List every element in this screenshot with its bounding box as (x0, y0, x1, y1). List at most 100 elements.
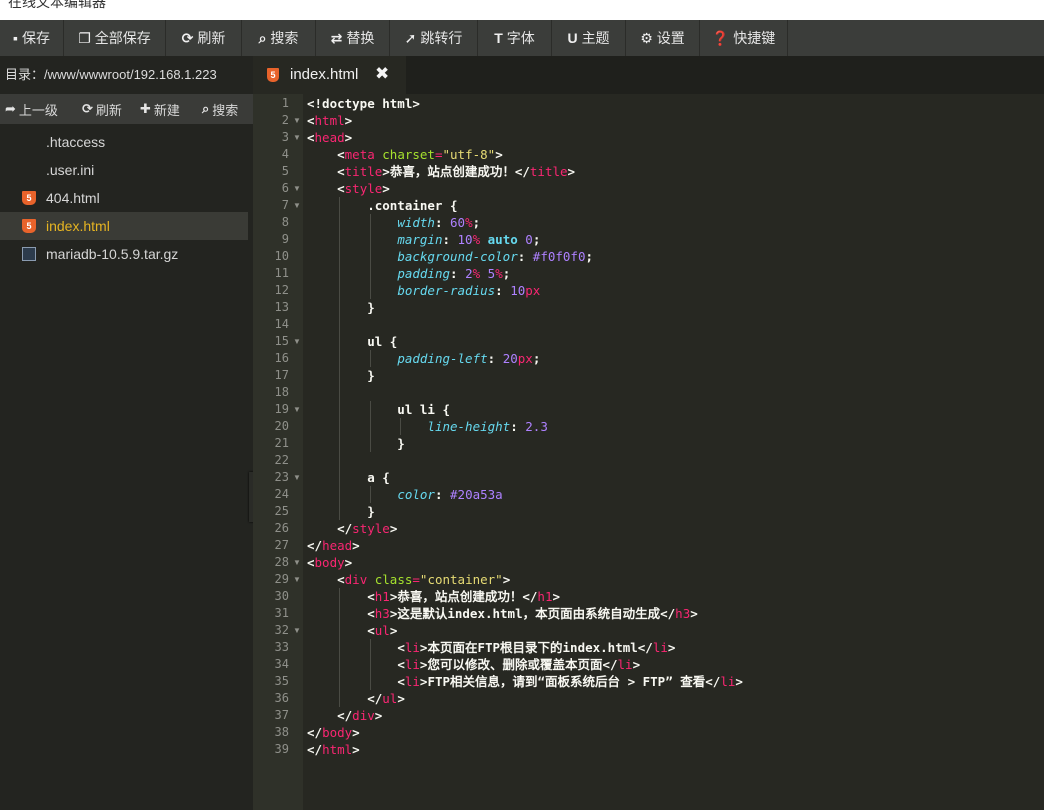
indent-guide (369, 350, 371, 367)
code-line[interactable]: <meta charset="utf-8"> (307, 146, 503, 163)
up-arrow-icon: ➦ (5, 101, 16, 116)
code-line[interactable]: <ul> (307, 622, 397, 639)
search-icon: ⌕ (258, 29, 267, 46)
toolbar-button-0[interactable]: ▪ 保存 (0, 20, 64, 56)
line-number: 14 (274, 317, 289, 331)
code-line[interactable]: </ul> (307, 690, 405, 707)
toolbar-button-label: 快捷键 (733, 30, 776, 46)
indent-guide (369, 486, 371, 503)
fold-arrow-icon[interactable]: ▼ (293, 554, 301, 571)
code-line[interactable]: </style> (307, 520, 397, 537)
sidebar-tool-3[interactable]: ⌕ 搜索 (202, 100, 238, 119)
code-line[interactable]: padding: 2% 5%; (307, 265, 510, 282)
fold-arrow-icon[interactable]: ▼ (293, 333, 301, 350)
code-line[interactable]: .container { (307, 197, 457, 214)
code-line[interactable]: ul li { (307, 401, 450, 418)
line-number: 4 (281, 147, 289, 161)
code-line[interactable]: <body> (307, 554, 352, 571)
close-tab-icon[interactable]: ✖ (375, 64, 389, 84)
toolbar-button-label: 搜索 (270, 30, 299, 46)
code-line[interactable]: } (307, 367, 375, 384)
code-line[interactable]: <li>FTP相关信息，请到“面板系统后台 > FTP” 查看</li> (307, 673, 743, 690)
code-line[interactable]: a { (307, 469, 390, 486)
code-line[interactable]: <title>恭喜，站点创建成功！</title> (307, 163, 575, 180)
code-line[interactable]: <div class="container"> (307, 571, 510, 588)
code-line[interactable]: } (307, 299, 375, 316)
line-number: 8 (281, 215, 289, 229)
code-line[interactable]: </head> (307, 537, 360, 554)
fold-arrow-icon[interactable]: ▼ (293, 469, 301, 486)
sidebar-tool-2[interactable]: ✚ 新建 (140, 100, 180, 119)
toolbar-button-label: 保存 (21, 30, 50, 46)
file-item[interactable]: mariadb-10.5.9.tar.gz (0, 240, 248, 268)
tab-index-html[interactable]: 5 index.html ✖ (253, 56, 406, 94)
file-item[interactable]: .user.ini (0, 156, 248, 184)
code-line[interactable]: <h1>恭喜，站点创建成功！</h1> (307, 588, 560, 605)
line-number: 34 (274, 657, 289, 671)
code-line[interactable]: <li>您可以修改、删除或覆盖本页面</li> (307, 656, 640, 673)
code-line[interactable]: </body> (307, 724, 360, 741)
theme-icon: U (567, 30, 578, 46)
settings-icon: ⚙ (640, 29, 653, 46)
toolbar-button-7[interactable]: U 主题 (552, 20, 626, 56)
code-line[interactable]: </div> (307, 707, 382, 724)
code-line[interactable]: line-height: 2.3 (307, 418, 547, 435)
code-line[interactable]: <html> (307, 112, 352, 129)
fold-arrow-icon[interactable]: ▼ (293, 401, 301, 418)
fold-arrow-icon[interactable]: ▼ (293, 622, 301, 639)
toolbar-button-8[interactable]: ⚙ 设置 (626, 20, 700, 56)
file-name: .user.ini (46, 162, 95, 178)
code-line[interactable]: color: #20a53a (307, 486, 502, 503)
toolbar-button-5[interactable]: ➚ 跳转行 (390, 20, 478, 56)
directory-path: 目录：/www/wwwroot/192.168.1.223 (5, 67, 217, 82)
code-line[interactable]: <head> (307, 129, 352, 146)
toolbar-button-2[interactable]: ⟳ 刷新 (166, 20, 242, 56)
code-line[interactable]: ul { (307, 333, 397, 350)
sidebar-tool-0[interactable]: ➦ 上一级 (5, 100, 58, 119)
toolbar-button-1[interactable]: ❐ 全部保存 (64, 20, 166, 56)
fold-arrow-icon[interactable]: ▼ (293, 129, 301, 146)
code-line[interactable]: background-color: #f0f0f0; (307, 248, 593, 265)
archive-file-icon (22, 247, 36, 261)
file-item[interactable]: .htaccess (0, 128, 248, 156)
line-number: 30 (274, 589, 289, 603)
sidebar-tool-1[interactable]: ⟳ 刷新 (82, 100, 122, 119)
code-line[interactable]: } (307, 435, 405, 452)
code-line[interactable]: margin: 10% auto 0; (307, 231, 540, 248)
code-line[interactable]: border-radius: 10px (307, 282, 540, 299)
toolbar-button-6[interactable]: T 字体 (478, 20, 552, 56)
toolbar-button-label: 全部保存 (94, 30, 151, 46)
line-number: 13 (274, 300, 289, 314)
line-number-gutter: 1 2 ▼ 3 ▼ 4 5 6 ▼ 7 ▼ 8 9 10 11 12 13 14 15 ▼ 16 17 18 19 ▼ 20 21 2… (253, 94, 303, 810)
line-number: 33 (274, 640, 289, 654)
toolbar-button-4[interactable]: ⇄ 替换 (316, 20, 390, 56)
code-line[interactable]: <li>本页面在FTP根目录下的index.html</li> (307, 639, 675, 656)
fold-arrow-icon[interactable]: ▼ (293, 112, 301, 129)
file-item[interactable]: 5 index.html (0, 212, 248, 240)
file-name: mariadb-10.5.9.tar.gz (46, 246, 179, 262)
code-line[interactable]: <!doctype html> (307, 95, 420, 112)
indent-guide (369, 401, 371, 452)
code-line[interactable]: padding-left: 20px; (307, 350, 540, 367)
code-editor[interactable]: 1 2 ▼ 3 ▼ 4 5 6 ▼ 7 ▼ 8 9 10 11 12 13 14 15 ▼ 16 17 18 19 ▼ 20 21 2… (253, 94, 1044, 810)
fold-arrow-icon[interactable]: ▼ (293, 197, 301, 214)
code-line[interactable]: <h3>这是默认index.html，本页面由系统自动生成</h3> (307, 605, 698, 622)
fold-arrow-icon[interactable]: ▼ (293, 571, 301, 588)
window-title: 在线文本编辑器 (8, 0, 106, 10)
line-number: 2 (281, 113, 289, 127)
toolbar-button-label: 刷新 (197, 30, 226, 46)
sidebar-tool-label: 搜索 (212, 102, 239, 118)
code-line[interactable]: } (307, 503, 375, 520)
code-line[interactable]: width: 60%; (307, 214, 480, 231)
code-line[interactable]: <style> (307, 180, 390, 197)
fold-arrow-icon[interactable]: ▼ (293, 180, 301, 197)
code-line[interactable]: </html> (307, 741, 360, 758)
file-name: index.html (46, 218, 110, 234)
line-number: 6 (281, 181, 289, 195)
toolbar-button-9[interactable]: ❓ 快捷键 (700, 20, 788, 56)
file-item[interactable]: 5 404.html (0, 184, 248, 212)
sidebar-tool-label: 上一级 (18, 102, 58, 118)
help-icon: ❓ (711, 29, 730, 46)
line-number: 20 (274, 419, 289, 433)
toolbar-button-3[interactable]: ⌕ 搜索 (242, 20, 316, 56)
